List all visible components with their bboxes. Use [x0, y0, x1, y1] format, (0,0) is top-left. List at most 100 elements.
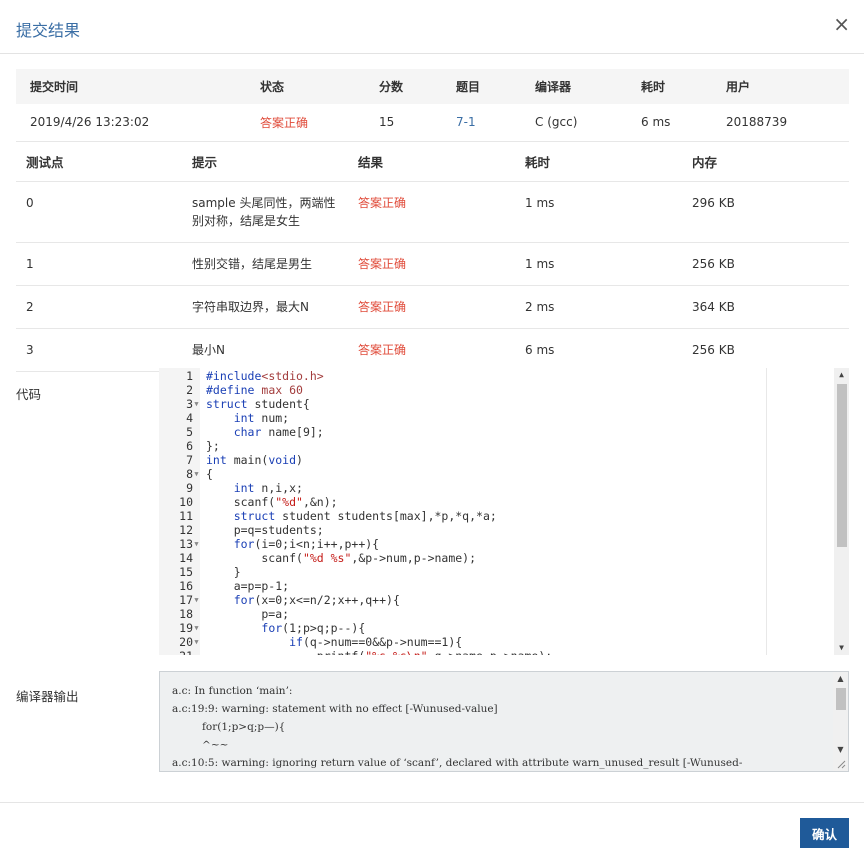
code-text: {: [206, 467, 213, 481]
scroll-up-icon[interactable]: ▲: [834, 368, 849, 382]
code-scrollbar[interactable]: ▲ ▼: [834, 368, 849, 655]
line-number: 19: [179, 621, 193, 635]
print-margin: [766, 368, 767, 655]
confirm-button[interactable]: 确认: [800, 818, 849, 848]
code-text: if(q->num==0&&p->num==1){: [289, 635, 463, 649]
code-text: char name[9];: [233, 425, 324, 439]
scroll-up-icon[interactable]: ▲: [833, 672, 848, 686]
problem-link[interactable]: 7-1: [442, 104, 521, 142]
code-line: 16 a=p=p-1;: [159, 579, 766, 593]
line-number: 4: [186, 411, 193, 425]
test-hint: 字符串取边界，最大N: [182, 285, 348, 329]
code-text: p=a;: [206, 607, 290, 621]
col-memory: 内存: [682, 142, 849, 182]
code-text: struct student students[max],*p,*q,*a;: [233, 509, 497, 523]
line-number: 3: [186, 397, 193, 411]
table-row: 3 最小N 答案正确 6 ms 256 KB: [16, 328, 849, 372]
col-status: 状态: [246, 69, 365, 104]
test-result: 答案正确: [348, 328, 515, 372]
status-accepted: 答案正确: [246, 104, 365, 142]
code-line: 21 printf("%s %s\n",q->name,p->name);: [159, 649, 766, 655]
line-number: 8: [186, 467, 193, 481]
code-lines: 1 #include<stdio.h> 2 #define max 60 3 ▼ struc…: [159, 369, 766, 655]
table-row: 2 字符串取边界，最大N 答案正确 2 ms 364 KB: [16, 285, 849, 329]
compiler-scrollbar[interactable]: ▲ ▼: [833, 672, 848, 771]
col-compiler: 编译器: [521, 69, 627, 104]
line-number: 10: [179, 495, 193, 509]
fold-arrow-icon[interactable]: ▼: [193, 593, 200, 607]
scroll-down-icon[interactable]: ▼: [833, 743, 848, 757]
code-line: 18 p=a;: [159, 607, 766, 621]
code-text: }: [206, 565, 241, 579]
test-elapsed: 1 ms: [515, 181, 682, 243]
fold-arrow-icon[interactable]: ▼: [193, 537, 200, 551]
code-line: 2 #define max 60: [159, 383, 766, 397]
fold-arrow-icon[interactable]: ▼: [193, 635, 200, 649]
code-line: 9 int n,i,x;: [159, 481, 766, 495]
scroll-thumb[interactable]: [836, 688, 846, 710]
test-hint: sample 头尾同性，两端性别对称，结尾是女生: [182, 181, 348, 243]
summary-header-row: 提交时间 状态 分数 题目 编译器 耗时 用户: [16, 69, 849, 104]
test-result: 答案正确: [348, 285, 515, 329]
line-number: 7: [186, 453, 193, 467]
compiler-line: a.c:19:9: warning: statement with no eff…: [172, 703, 498, 715]
code-line: 15 }: [159, 565, 766, 579]
test-elapsed: 6 ms: [515, 328, 682, 372]
compiler-output-box[interactable]: a.c: In function ‘main’: a.c:19:9: warni…: [159, 671, 849, 772]
code-text: scanf("%d %s",&p->num,p->name);: [206, 551, 477, 565]
code-text: scanf("%d",&n);: [206, 495, 338, 509]
line-number: 15: [179, 565, 193, 579]
col-hint: 提示: [182, 142, 348, 182]
code-line: 3 ▼ struct student{: [159, 397, 766, 411]
test-id: 3: [16, 328, 182, 372]
code-line: 6};: [159, 439, 766, 453]
test-memory: 256 KB: [682, 242, 849, 286]
test-hint-text: sample 头尾同性，两端性别对称，结尾是女生: [192, 195, 336, 228]
compiler-output-label: 编译器输出: [16, 689, 79, 704]
code-line: 19 ▼ for(1;p>q;p--){: [159, 621, 766, 635]
resize-handle-icon[interactable]: [836, 759, 846, 769]
test-id: 0: [16, 181, 182, 243]
code-line: 17 ▼ for(x=0;x<=n/2;x++,q++){: [159, 593, 766, 607]
fold-arrow-icon[interactable]: ▼: [193, 397, 200, 411]
code-text: for(x=0;x<=n/2;x++,q++){: [233, 593, 400, 607]
dialog-title: 提交结果: [16, 21, 81, 40]
compiler-line: a.c:10:5: warning: ignoring return value…: [172, 757, 743, 769]
scroll-down-icon[interactable]: ▼: [834, 641, 849, 655]
line-number: 14: [179, 551, 193, 565]
code-line: 12 p=q=students;: [159, 523, 766, 537]
code-text: struct student{: [206, 397, 310, 411]
close-icon[interactable]: ×: [833, 14, 850, 34]
table-row: 1 性别交错，结尾是男生 答案正确 1 ms 256 KB: [16, 242, 849, 286]
fold-arrow-icon[interactable]: ▼: [193, 621, 200, 635]
line-number: 16: [179, 579, 193, 593]
test-memory: 296 KB: [682, 181, 849, 243]
fold-arrow-icon[interactable]: ▼: [193, 467, 200, 481]
code-label: 代码: [16, 387, 42, 402]
code-line: 13 ▼ for(i=0;i<n;i++,p++){: [159, 537, 766, 551]
code-text: for(1;p>q;p--){: [261, 621, 366, 635]
test-hint: 最小N: [182, 328, 348, 372]
scroll-thumb[interactable]: [837, 384, 847, 547]
summary-row: 2019/4/26 13:23:02 答案正确 15 7-1 C (gcc) 6…: [16, 104, 849, 142]
dialog-header: 提交结果 ×: [0, 0, 864, 54]
col-score: 分数: [365, 69, 442, 104]
time-used: 6 ms: [627, 104, 712, 142]
table-row: 0 sample 头尾同性，两端性别对称，结尾是女生 答案正确 1 ms 296…: [16, 181, 849, 243]
col-submit-time: 提交时间: [16, 69, 246, 104]
test-hint: 性别交错，结尾是男生: [182, 242, 348, 286]
code-editor[interactable]: 1 #include<stdio.h> 2 #define max 60 3 ▼ struc…: [159, 368, 849, 655]
col-time: 耗时: [627, 69, 712, 104]
col-elapsed: 耗时: [515, 142, 682, 182]
submission-summary-table: 提交时间 状态 分数 题目 编译器 耗时 用户 2019/4/26 13:23:…: [16, 69, 849, 142]
line-number: 11: [179, 509, 193, 523]
line-number: 17: [179, 593, 193, 607]
compiler-line: a.c: In function ‘main’:: [172, 685, 293, 697]
